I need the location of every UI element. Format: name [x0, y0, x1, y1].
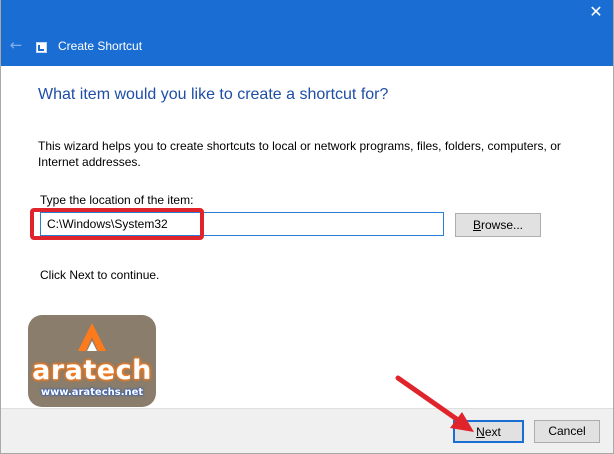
continue-hint: Click Next to continue. — [40, 268, 160, 282]
next-accesskey: N — [476, 425, 485, 439]
wizard-heading: What item would you like to create a sho… — [38, 86, 389, 103]
close-icon[interactable]: ✕ — [578, 0, 614, 26]
browse-button[interactable]: Browse... — [455, 213, 541, 237]
browse-accesskey: B — [472, 218, 481, 232]
next-button[interactable]: Next — [453, 420, 524, 443]
location-input[interactable] — [40, 212, 444, 236]
window-title: Create Shortcut — [58, 39, 143, 53]
browse-label: rowse... — [481, 218, 524, 232]
window-border-left — [0, 0, 1, 454]
cancel-button[interactable]: Cancel — [534, 420, 600, 443]
logo-brand-text: aratech — [32, 355, 152, 386]
next-label: ext — [484, 425, 501, 439]
back-arrow-icon[interactable]: ← — [6, 36, 26, 54]
logo-url-text: www.aratechs.net — [40, 387, 144, 398]
shortcut-icon — [36, 42, 47, 53]
wizard-description: This wizard helps you to create shortcut… — [38, 139, 561, 169]
location-label: Type the location of the item: — [40, 193, 194, 207]
aratech-logo: aratech www.aratechs.net — [28, 315, 156, 407]
title-bar: ✕ ← Create Shortcut — [0, 0, 614, 66]
